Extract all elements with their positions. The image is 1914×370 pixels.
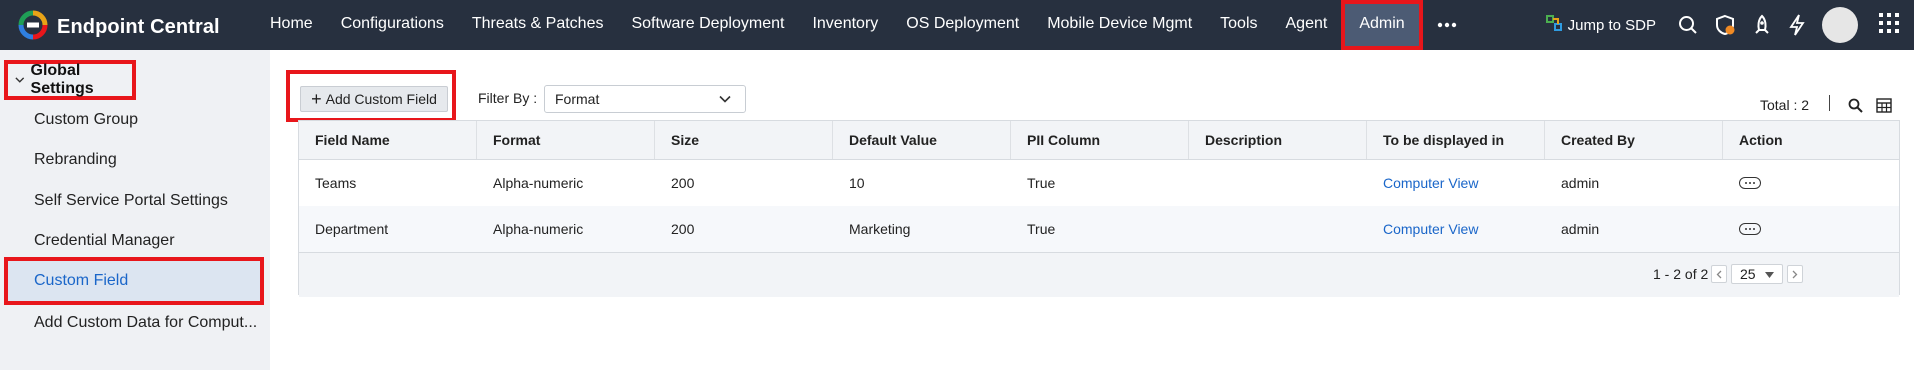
rocket-icon[interactable] bbox=[1752, 14, 1772, 36]
sidebar-item-rebranding[interactable]: Rebranding bbox=[34, 151, 117, 169]
endpoint-central-logo bbox=[18, 10, 48, 45]
shield-icon[interactable] bbox=[1714, 14, 1736, 36]
add-custom-field-button[interactable]: + Add Custom Field bbox=[300, 86, 448, 112]
col-field-name[interactable]: Field Name bbox=[299, 121, 477, 159]
prev-page-button[interactable] bbox=[1711, 265, 1727, 283]
table-row[interactable]: Department Alpha-numeric 200 Marketing T… bbox=[299, 206, 1899, 253]
search-icon[interactable] bbox=[1678, 15, 1698, 35]
custom-field-table: Field Name Format Size Default Value PII… bbox=[298, 120, 1900, 297]
action-menu-icon[interactable] bbox=[1739, 177, 1761, 189]
nav-home[interactable]: Home bbox=[256, 0, 327, 50]
jump-to-sdp-link[interactable]: Jump to SDP bbox=[1545, 15, 1656, 35]
chevron-right-icon bbox=[1792, 270, 1798, 278]
add-custom-field-highlight: + Add Custom Field bbox=[286, 70, 456, 122]
chevron-left-icon bbox=[1716, 270, 1722, 278]
jump-label: Jump to SDP bbox=[1567, 16, 1656, 34]
cell-pii: True bbox=[1027, 221, 1056, 237]
cell-action bbox=[1723, 177, 1899, 189]
table-footer: 1 - 2 of 2 25 bbox=[299, 253, 1899, 297]
nav-admin[interactable]: Admin bbox=[1341, 0, 1423, 50]
cell-size: 200 bbox=[671, 175, 695, 191]
app-grid-icon[interactable] bbox=[1878, 12, 1900, 39]
sidebar-item-custom-field[interactable]: Custom Field bbox=[4, 257, 264, 305]
filter-select[interactable]: Format bbox=[544, 85, 746, 113]
nav-os-deployment[interactable]: OS Deployment bbox=[892, 0, 1033, 50]
table-header: Field Name Format Size Default Value PII… bbox=[299, 121, 1899, 160]
sidebar-section-global-settings[interactable]: Global Settings bbox=[4, 60, 136, 100]
cell-pii: True bbox=[1027, 175, 1056, 191]
plus-icon: + bbox=[311, 89, 322, 109]
chevron-down-icon bbox=[719, 95, 731, 103]
table-row[interactable]: Teams Alpha-numeric 200 10 True Computer… bbox=[299, 160, 1899, 206]
cell-field-name: Department bbox=[315, 221, 389, 237]
next-page-button[interactable] bbox=[1787, 265, 1803, 283]
bolt-icon[interactable] bbox=[1788, 14, 1806, 36]
col-created-by[interactable]: Created By bbox=[1545, 121, 1723, 159]
sidebar-section-label: Global Settings bbox=[30, 62, 94, 97]
top-right-tools: Jump to SDP bbox=[1545, 0, 1914, 50]
action-menu-icon[interactable] bbox=[1739, 223, 1761, 235]
nav-configurations[interactable]: Configurations bbox=[327, 0, 458, 50]
sidebar-item-custom-group[interactable]: Custom Group bbox=[34, 111, 138, 129]
nav-tools[interactable]: Tools bbox=[1206, 0, 1271, 50]
nav-agent[interactable]: Agent bbox=[1272, 0, 1342, 50]
cell-size: 200 bbox=[671, 221, 695, 237]
cell-displayed-in-link[interactable]: Computer View bbox=[1367, 221, 1545, 237]
nav-software-deployment[interactable]: Software Deployment bbox=[617, 0, 798, 50]
main-nav: Home Configurations Threats & Patches So… bbox=[256, 0, 1471, 50]
cell-field-name: Teams bbox=[315, 175, 357, 191]
toolbar-divider bbox=[1829, 95, 1830, 111]
main-content: + Add Custom Field Filter By : Format To… bbox=[270, 50, 1914, 370]
col-displayed-in[interactable]: To be displayed in bbox=[1367, 121, 1545, 159]
sdp-icon bbox=[1545, 15, 1568, 35]
nav-inventory[interactable]: Inventory bbox=[798, 0, 892, 50]
more-dots-icon[interactable] bbox=[1423, 0, 1471, 50]
top-navigation-bar: Endpoint Central Home Configurations Thr… bbox=[0, 0, 1914, 50]
total-count: Total : 2 bbox=[1760, 97, 1810, 113]
pagination-range: 1 - 2 of 2 bbox=[1653, 266, 1709, 282]
cell-displayed-in-link[interactable]: Computer View bbox=[1367, 175, 1545, 191]
user-avatar[interactable] bbox=[1822, 7, 1858, 43]
per-page-select[interactable]: 25 bbox=[1731, 264, 1783, 284]
nav-threats-patches[interactable]: Threats & Patches bbox=[458, 0, 618, 50]
filter-by-label: Filter By : bbox=[478, 90, 538, 106]
cell-format: Alpha-numeric bbox=[493, 221, 584, 237]
cell-created-by: admin bbox=[1561, 221, 1600, 237]
table-search-icon[interactable] bbox=[1848, 98, 1863, 118]
cell-default-value: 10 bbox=[849, 175, 865, 191]
sidebar-item-self-service-portal[interactable]: Self Service Portal Settings bbox=[34, 192, 228, 210]
caret-down-icon bbox=[1765, 272, 1774, 278]
nav-mobile-device-mgmt[interactable]: Mobile Device Mgmt bbox=[1033, 0, 1206, 50]
col-default-value[interactable]: Default Value bbox=[833, 121, 1011, 159]
col-action: Action bbox=[1739, 132, 1783, 148]
sidebar: Global Settings Custom Group Rebranding … bbox=[0, 50, 270, 370]
column-chooser-icon[interactable] bbox=[1876, 98, 1892, 118]
col-description[interactable]: Description bbox=[1189, 121, 1367, 159]
col-format[interactable]: Format bbox=[477, 121, 655, 159]
cell-default-value: Marketing bbox=[849, 221, 911, 237]
add-custom-field-label: Add Custom Field bbox=[325, 91, 437, 107]
chevron-down-icon bbox=[15, 77, 25, 83]
brand[interactable]: Endpoint Central bbox=[18, 10, 220, 45]
col-size[interactable]: Size bbox=[655, 121, 833, 159]
cell-created-by: admin bbox=[1561, 175, 1600, 191]
cell-format: Alpha-numeric bbox=[493, 175, 584, 191]
app-title: Endpoint Central bbox=[57, 16, 220, 38]
sidebar-item-credential-manager[interactable]: Credential Manager bbox=[34, 232, 175, 250]
cell-action bbox=[1723, 223, 1899, 235]
sidebar-item-add-custom-data[interactable]: Add Custom Data for Comput... bbox=[34, 314, 257, 332]
sidebar-item-label: Custom Field bbox=[34, 272, 129, 289]
filter-value: Format bbox=[555, 91, 600, 107]
per-page-value: 25 bbox=[1740, 266, 1756, 282]
col-pii-column[interactable]: PII Column bbox=[1011, 121, 1189, 159]
